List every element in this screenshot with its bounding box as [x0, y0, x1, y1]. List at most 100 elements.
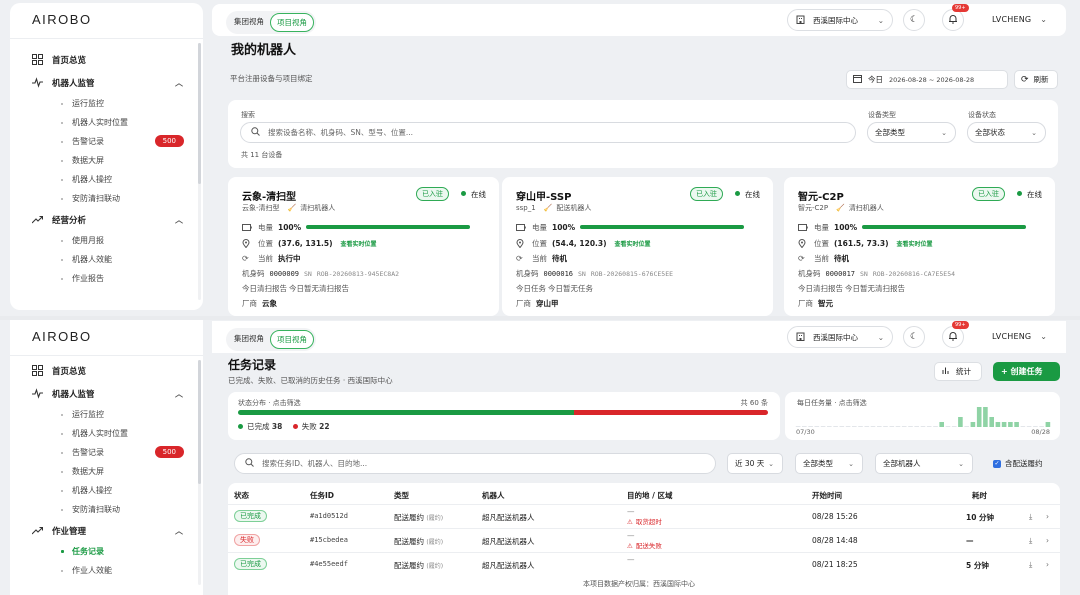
- report-label[interactable]: 今日清扫报告: [798, 283, 843, 294]
- robot-card[interactable]: 云象-清扫型 已入驻 在线 云象-清扫型 🧹 清扫机器人 电量 100% 位置 (37.6, 13…: [228, 177, 499, 316]
- daily-bar[interactable]: [908, 426, 913, 427]
- col-status[interactable]: 状态: [234, 490, 249, 501]
- date-range-picker[interactable]: 今日 2026-08-28 ~ 2026-08-28: [846, 70, 1008, 89]
- report-label[interactable]: 今日清扫报告: [242, 283, 287, 294]
- daily-bar[interactable]: [901, 426, 907, 427]
- done-segment[interactable]: [238, 410, 574, 415]
- daily-bar[interactable]: [864, 426, 870, 427]
- daily-bar[interactable]: [808, 426, 813, 427]
- sidebar-item-control[interactable]: 机器人操控: [10, 481, 203, 500]
- sidebar-item-dashboard[interactable]: 数据大屏: [10, 151, 203, 170]
- chevron-right-icon[interactable]: ›: [1046, 536, 1049, 545]
- sidebar-item-realtime-location[interactable]: 机器人实时位置: [10, 113, 203, 132]
- app-logo[interactable]: AIROBO: [32, 12, 92, 27]
- sidebar-item-run-monitor[interactable]: 运行监控: [10, 94, 203, 113]
- daily-bar[interactable]: [858, 426, 863, 427]
- view-location-link[interactable]: 查看实时位置: [341, 239, 377, 248]
- user-menu[interactable]: LVCHENG ⌄: [992, 15, 1047, 24]
- chevron-right-icon[interactable]: ›: [1046, 560, 1049, 569]
- project-select[interactable]: 西溪国际中心 ⌄: [787, 9, 893, 31]
- sidebar-item-worker-efficiency[interactable]: 作业人效能: [10, 561, 203, 580]
- chevron-right-icon[interactable]: ›: [1046, 512, 1049, 521]
- sidebar-item-control[interactable]: 机器人操控: [10, 170, 203, 189]
- sidebar-item-home[interactable]: 首页总览: [10, 48, 203, 71]
- download-icon[interactable]: ⤓: [1029, 536, 1032, 546]
- view-location-link[interactable]: 查看实时位置: [897, 239, 933, 248]
- daily-bar[interactable]: [877, 426, 882, 427]
- sidebar-scrollbar[interactable]: [198, 360, 201, 585]
- daily-bar[interactable]: [1039, 426, 1044, 427]
- download-icon[interactable]: ⤓: [1029, 512, 1032, 522]
- table-row[interactable]: 失败 #15cbedea 配送履约 (履约) 超凡配送机器人 — ⚠ 配送失败 08/28 1…: [228, 528, 1060, 552]
- daily-bar[interactable]: [1045, 422, 1051, 427]
- daily-bar[interactable]: [951, 426, 957, 427]
- col-id[interactable]: 任务ID: [310, 490, 334, 501]
- daily-bar[interactable]: [914, 426, 919, 427]
- user-menu[interactable]: LVCHENG ⌄: [992, 332, 1047, 341]
- daily-bar[interactable]: [933, 426, 938, 427]
- daily-bar[interactable]: [976, 407, 982, 427]
- daily-volume-chart[interactable]: [795, 405, 1051, 427]
- view-location-link[interactable]: 查看实时位置: [615, 239, 651, 248]
- sidebar-item-alerts[interactable]: 告警记录 500: [10, 443, 203, 462]
- daily-bar[interactable]: [939, 422, 944, 427]
- daily-bar[interactable]: [1026, 426, 1032, 427]
- tab-group-view[interactable]: 集团视角: [228, 13, 270, 32]
- range-select[interactable]: 近 30 天 ⌄: [727, 453, 783, 474]
- device-type-select[interactable]: 全部类型 ⌄: [867, 122, 956, 143]
- daily-bar[interactable]: [889, 426, 895, 427]
- daily-bar[interactable]: [883, 426, 888, 427]
- report-label[interactable]: 今日任务: [516, 283, 546, 294]
- sidebar-group-ops[interactable]: 经营分析 ︿: [10, 208, 203, 231]
- project-select[interactable]: 西溪国际中心 ⌄: [787, 326, 893, 348]
- daily-bar[interactable]: [989, 417, 994, 427]
- daily-bar[interactable]: [926, 426, 932, 427]
- app-logo[interactable]: AIROBO: [32, 329, 92, 344]
- daily-bar[interactable]: [814, 426, 820, 427]
- daily-bar[interactable]: [945, 426, 951, 427]
- sidebar-item-home[interactable]: 首页总览: [10, 359, 203, 382]
- device-state-select[interactable]: 全部状态 ⌄: [967, 122, 1046, 143]
- tab-group-view[interactable]: 集团视角: [228, 330, 270, 349]
- create-task-button[interactable]: + 创建任务: [993, 362, 1060, 381]
- download-icon[interactable]: ⤓: [1029, 560, 1032, 570]
- daily-bar[interactable]: [995, 422, 1001, 427]
- col-type[interactable]: 类型: [394, 490, 409, 501]
- sidebar-group-monitor[interactable]: 机器人监管 ︿: [10, 382, 203, 405]
- daily-bar[interactable]: [827, 426, 832, 427]
- tab-project-view[interactable]: 项目视角: [270, 330, 314, 349]
- col-start[interactable]: 开始时间: [812, 490, 842, 501]
- daily-bar[interactable]: [895, 426, 901, 427]
- daily-bar[interactable]: [1008, 422, 1013, 427]
- task-id[interactable]: #a1d0512d: [310, 512, 348, 520]
- sidebar-item-alerts[interactable]: 告警记录 500: [10, 132, 203, 151]
- daily-bar[interactable]: [983, 407, 988, 427]
- task-search-input[interactable]: 搜索任务ID、机器人、目的地...: [234, 453, 716, 474]
- notification-button[interactable]: 99+: [942, 4, 969, 31]
- sidebar-item-dashboard[interactable]: 数据大屏: [10, 462, 203, 481]
- daily-bar[interactable]: [852, 426, 857, 427]
- table-row[interactable]: 已完成 #a1d0512d 配送履约 (履约) 超凡配送机器人 — ⚠ 取货超时 08/28 …: [228, 504, 1060, 528]
- daily-volume-card[interactable]: 每日任务量 · 点击筛选 07/30 08/28: [785, 392, 1060, 440]
- sidebar-item-task-records[interactable]: 任务记录: [10, 542, 203, 561]
- fail-segment[interactable]: [573, 410, 768, 415]
- sidebar-item-security[interactable]: 安防清扫联动: [10, 189, 203, 208]
- daily-bar[interactable]: [795, 426, 801, 427]
- sidebar-item-security[interactable]: 安防清扫联动: [10, 500, 203, 519]
- sidebar-item-work-report[interactable]: 作业报告: [10, 269, 203, 288]
- sidebar-group-monitor[interactable]: 机器人监管 ︿: [10, 71, 203, 94]
- daily-bar[interactable]: [958, 417, 963, 427]
- daily-bar[interactable]: [820, 426, 826, 427]
- sidebar-item-monthly[interactable]: 使用月报: [10, 231, 203, 250]
- col-duration[interactable]: 耗时: [972, 490, 987, 501]
- col-destination[interactable]: 目的地 / 区域: [627, 490, 672, 501]
- daily-bar[interactable]: [964, 426, 969, 427]
- sidebar-group-work[interactable]: 作业管理 ︿: [10, 519, 203, 542]
- status-distribution-card[interactable]: 状态分布 · 点击筛选 共 60 条 已完成 38 失败 22: [228, 392, 780, 440]
- distribution-bar[interactable]: [238, 410, 768, 415]
- daily-bar[interactable]: [970, 422, 976, 427]
- sidebar-scrollbar[interactable]: [198, 43, 201, 300]
- table-row[interactable]: 已完成 #4e55eedf 配送履约 (履约) 超凡配送机器人 — 08/21 18:25…: [228, 552, 1060, 576]
- daily-bar[interactable]: [920, 426, 926, 427]
- device-search-input[interactable]: 搜索设备名称、机身码、SN、型号、位置...: [240, 122, 856, 143]
